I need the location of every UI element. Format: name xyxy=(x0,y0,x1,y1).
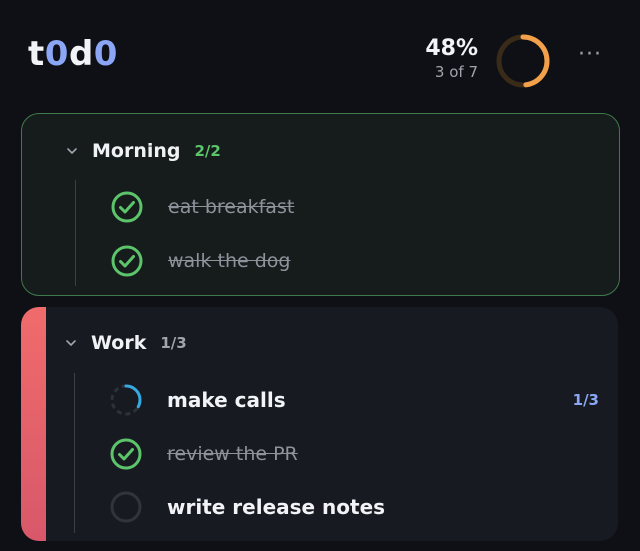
logo-letter: 0 xyxy=(93,34,118,74)
group-accent-strip xyxy=(21,307,46,541)
chevron-down-icon[interactable] xyxy=(65,337,77,349)
check-circle-icon[interactable] xyxy=(109,437,143,471)
group-divider xyxy=(75,180,76,286)
group-divider xyxy=(74,373,75,533)
group-header-work[interactable]: Work 1/3 xyxy=(65,328,187,358)
group-header-morning[interactable]: Morning 2/2 xyxy=(66,136,221,166)
group-title: Morning xyxy=(92,140,181,162)
task-label: write release notes xyxy=(167,495,386,519)
task-item[interactable]: review the PR xyxy=(109,434,298,474)
app-header: t0d0 48% 3 of 7 ··· xyxy=(0,0,640,112)
progress-ring-icon xyxy=(496,34,550,88)
chevron-down-icon[interactable] xyxy=(66,145,78,157)
logo-letter: 0 xyxy=(44,34,69,74)
task-item[interactable]: walk the dog xyxy=(110,241,290,281)
task-label: review the PR xyxy=(167,443,298,465)
group-count: 1/3 xyxy=(160,334,187,352)
group-card-work: Work 1/3 make calls 1/3 review the PR wr… xyxy=(21,307,618,541)
task-item[interactable]: eat breakfast xyxy=(110,187,294,227)
task-label: eat breakfast xyxy=(168,196,295,218)
more-options-button[interactable]: ··· xyxy=(578,42,602,67)
task-label: walk the dog xyxy=(168,250,291,272)
task-label: make calls xyxy=(167,388,286,412)
check-circle-icon[interactable] xyxy=(110,244,144,278)
app-logo: t0d0 xyxy=(28,34,118,74)
task-item[interactable]: make calls 1/3 xyxy=(109,380,599,420)
progress-summary: 3 of 7 xyxy=(434,63,478,81)
progress-ring-icon[interactable] xyxy=(109,383,143,417)
group-title: Work xyxy=(91,332,147,354)
task-item[interactable]: write release notes xyxy=(109,487,385,527)
group-card-morning: Morning 2/2 eat breakfast walk the dog xyxy=(21,113,620,296)
check-circle-icon[interactable] xyxy=(110,190,144,224)
logo-letter: d xyxy=(68,34,94,74)
subtask-count: 1/3 xyxy=(572,391,599,409)
group-count: 2/2 xyxy=(194,142,221,160)
progress-percent: 48% xyxy=(425,36,478,61)
empty-circle-icon[interactable] xyxy=(109,490,143,524)
logo-letter: t xyxy=(28,34,45,74)
